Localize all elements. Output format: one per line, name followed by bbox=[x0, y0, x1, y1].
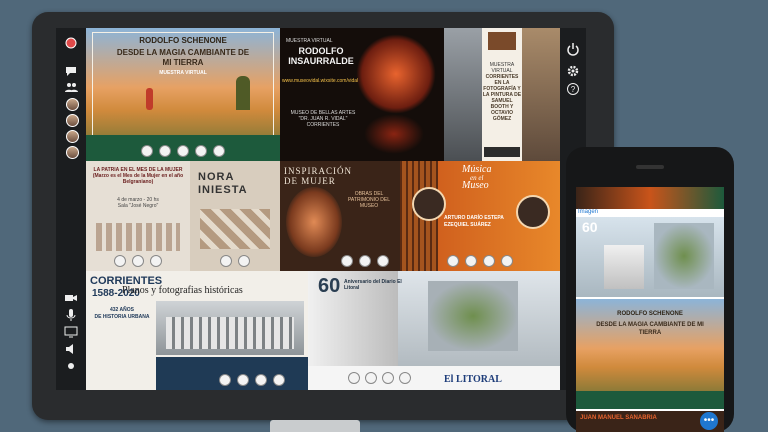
tile-60-aniversario[interactable]: 60 Aniversario del Diario El Litoral El … bbox=[308, 271, 560, 390]
tree-photo bbox=[428, 281, 518, 351]
tile-patria[interactable]: LA PATRIA EN EL MES DE LA MUJER (Marzo e… bbox=[86, 161, 190, 271]
tile-years-text: 432 AÑOS DE HISTORIA URBANA bbox=[94, 307, 150, 320]
phone-schenone-card[interactable]: RODOLFO SCHENONE DESDE LA MAGIA CAMBIANT… bbox=[576, 299, 724, 409]
help-icon[interactable]: ? bbox=[566, 82, 580, 96]
tile-musica-en-el-museo[interactable]: Música en el Museo ARTURO DARÍO ESTEPA E… bbox=[400, 161, 560, 271]
record-icon[interactable] bbox=[64, 36, 78, 50]
photo-strip bbox=[444, 28, 482, 161]
microphone-icon[interactable] bbox=[64, 308, 78, 322]
tile-subtitle: MUESTRA VIRTUAL bbox=[159, 70, 207, 76]
phone-section-label: Imagen bbox=[578, 209, 599, 215]
camera-icon[interactable] bbox=[64, 291, 78, 305]
tile-venue: Sala "José Negro" bbox=[117, 203, 159, 209]
tile-kicker: MUESTRA VIRTUAL bbox=[489, 62, 515, 74]
tile-corrientes-historia[interactable]: CORRIENTES 1588-2020 Planos y fotografia… bbox=[86, 271, 308, 390]
painting-woman bbox=[286, 187, 342, 257]
painting-strip bbox=[522, 28, 560, 161]
painting-fruit bbox=[356, 34, 436, 114]
phone-number: 60 bbox=[582, 219, 598, 235]
tile-title-first: INSPIRACIÓN bbox=[284, 166, 353, 176]
tile-artist-first: NORA bbox=[198, 171, 235, 183]
power-icon[interactable] bbox=[566, 42, 580, 56]
participant-avatar[interactable] bbox=[66, 146, 79, 159]
tile-artist-last: INIESTA bbox=[198, 184, 248, 196]
tile-title: LA PATRIA EN EL MES DE LA MUJER (Marzo e… bbox=[92, 167, 184, 185]
tile-anniversary-text: Aniversario del Diario El Litoral bbox=[344, 279, 402, 291]
tile-kicker: MUESTRA VIRTUAL bbox=[286, 38, 333, 44]
tile-side-text: OBRAS DEL PATRIMONIO DEL MUSEO bbox=[347, 191, 391, 209]
tile-schenone[interactable]: RODOLFO SCHENONE DESDE LA MAGIA CAMBIANT… bbox=[86, 28, 280, 161]
sponsor-logos bbox=[86, 145, 280, 157]
chat-icon[interactable] bbox=[64, 64, 78, 78]
participant-avatar[interactable] bbox=[66, 130, 79, 143]
video-call-screen: ? RODOLFO SCHENONE DESDE LA MAGIA CAMBIA… bbox=[56, 28, 586, 390]
svg-text:?: ? bbox=[571, 85, 576, 94]
tile-title-second: DE MUJER bbox=[284, 176, 336, 186]
tile-insaurralde[interactable]: MUESTRA VIRTUAL RODOLFO INSAURRALDE www.… bbox=[280, 28, 444, 161]
tile-nora-iniesta[interactable]: NORA INIESTA bbox=[190, 161, 280, 271]
performer-photo bbox=[412, 187, 446, 221]
collage-pieces bbox=[96, 223, 180, 251]
gear-icon[interactable] bbox=[566, 64, 580, 78]
tile-title: DESDE LA MAGIA CAMBIANTE DE MI TIERRA bbox=[116, 48, 250, 67]
tile-artist-first: RODOLFO bbox=[298, 46, 344, 56]
phone-screen: Imagen 60 RODOLFO SCHENONE DESDE LA MAGI… bbox=[576, 187, 724, 432]
tile-artist: RODOLFO SCHENONE bbox=[139, 36, 227, 45]
screen-share-icon[interactable] bbox=[64, 325, 78, 339]
tile-inspiracion[interactable]: INSPIRACIÓN DE MUJER OBRAS DEL PATRIMONI… bbox=[280, 161, 400, 271]
participant-avatar[interactable] bbox=[66, 114, 79, 127]
monitor-stand bbox=[270, 420, 360, 432]
tile-artist-last: INSAURRALDE bbox=[288, 56, 354, 66]
painting-tree bbox=[236, 76, 250, 110]
phone-photo-card[interactable]: 60 bbox=[576, 217, 724, 297]
phone-speaker bbox=[636, 165, 664, 169]
tile-title: CORRIENTES EN LA FOTOGRAFÍA Y LA PINTURA… bbox=[482, 74, 522, 122]
phone-bottom-title: JUAN MANUEL SANABRIA bbox=[580, 415, 657, 421]
speaker-icon[interactable] bbox=[64, 342, 78, 356]
tile-url: www.museovidal.wixsite.com/vidal bbox=[282, 78, 359, 84]
smartphone: Imagen 60 RODOLFO SCHENONE DESDE LA MAGI… bbox=[566, 147, 734, 432]
record-dot-icon[interactable] bbox=[64, 359, 78, 373]
tile-overlay-title: Planos y fotografias históricas bbox=[122, 285, 243, 296]
tile-museum: MUSEO DE BELLAS ARTES "DR. JUAN R. VIDAL… bbox=[290, 110, 356, 128]
phone-title: DESDE LA MAGIA CAMBIANTE DE MI TIERRA bbox=[596, 322, 704, 336]
painting-figure bbox=[146, 88, 153, 110]
phone-top-strip bbox=[576, 187, 724, 209]
participants-icon[interactable] bbox=[64, 80, 78, 94]
participant-avatar[interactable] bbox=[66, 98, 79, 111]
gallery-grid: RODOLFO SCHENONE DESDE LA MAGIA CAMBIANT… bbox=[86, 28, 560, 390]
chat-bubble-button[interactable]: ••• bbox=[700, 412, 718, 430]
newspaper-logo: El LITORAL bbox=[444, 374, 502, 385]
left-toolbar bbox=[56, 28, 86, 390]
phone-artist: RODOLFO SCHENONE bbox=[617, 311, 683, 317]
tile-corrientes-fotografia[interactable]: MUESTRA VIRTUAL CORRIENTES EN LA FOTOGRA… bbox=[444, 28, 560, 161]
tile-title-third: Museo bbox=[462, 180, 489, 191]
tile-performers: ARTURO DARÍO ESTEPA EZEQUIEL SUÁREZ bbox=[444, 215, 504, 228]
collage-art bbox=[200, 209, 270, 249]
historic-building-photo bbox=[156, 301, 304, 355]
